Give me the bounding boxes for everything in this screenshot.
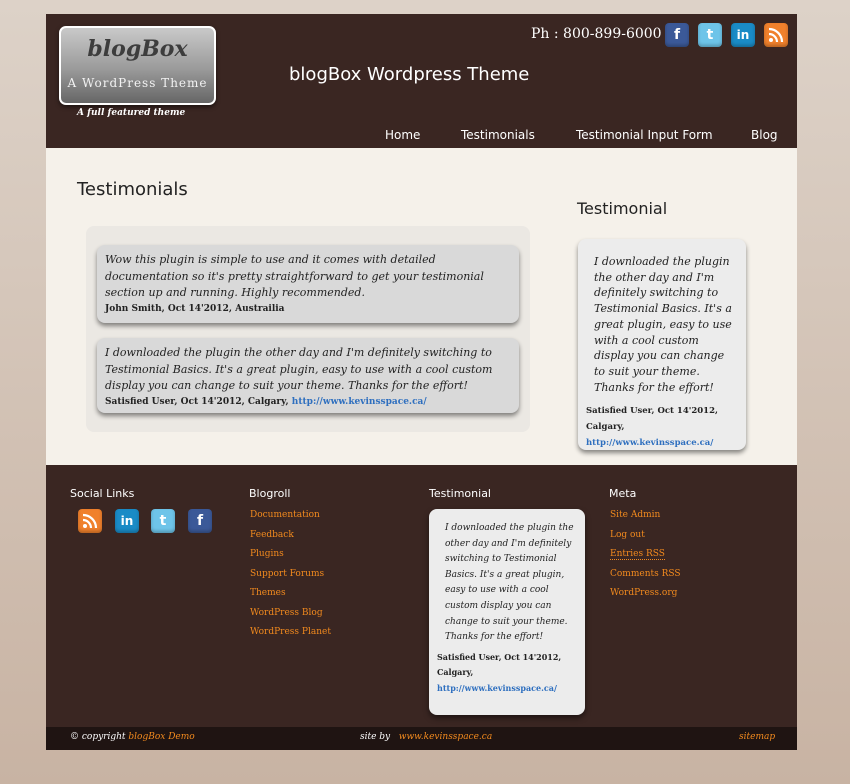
twitter-icon[interactable]: t <box>698 23 722 47</box>
nav-blog[interactable]: Blog <box>751 128 778 142</box>
footer-author-name: Satisfied User, Oct 14'2012, Calgary, <box>437 651 562 678</box>
bottom-bar: © copyright blogBox Demo site by www.kev… <box>46 727 797 750</box>
site-by-link[interactable]: www.kevinsspace.ca <box>399 732 492 742</box>
sidebar-testimonial-author: Satisfied User, Oct 14'2012, Calgary, ht… <box>586 403 738 451</box>
blogroll-title: Blogroll <box>249 487 291 500</box>
copyright-text: © copyright blogBox Demo <box>70 732 195 742</box>
page: blogBox A WordPress Theme A full feature… <box>46 14 797 750</box>
logo-title: blogBox <box>87 36 188 62</box>
copyright-link[interactable]: blogBox Demo <box>128 732 194 742</box>
nav-testimonial-input-form[interactable]: Testimonial Input Form <box>576 128 713 142</box>
facebook-icon[interactable]: f <box>188 509 212 533</box>
linkedin-icon[interactable]: in <box>731 23 755 47</box>
meta-title: Meta <box>609 487 637 500</box>
footer-testimonial-text: I downloaded the plugin the other day an… <box>445 523 574 643</box>
testimonials-list: Wow this plugin is simple to use and it … <box>86 226 530 432</box>
blogroll-link[interactable]: Support Forums <box>250 569 324 579</box>
blogroll-link[interactable]: Documentation <box>250 510 320 520</box>
social-links-title: Social Links <box>70 487 135 500</box>
nav-home[interactable]: Home <box>385 128 420 142</box>
blogroll-link[interactable]: Plugins <box>250 549 284 559</box>
blogroll-link[interactable]: WordPress Planet <box>250 627 331 637</box>
sidebar-title: Testimonial <box>577 199 668 218</box>
sitemap-link[interactable]: sitemap <box>739 732 775 742</box>
testimonial-link[interactable]: http://www.kevinsspace.ca/ <box>292 397 427 407</box>
facebook-icon[interactable]: f <box>665 23 689 47</box>
site-title: blogBox Wordpress Theme <box>289 64 530 85</box>
blogroll-link[interactable]: Feedback <box>250 530 294 540</box>
header: blogBox A WordPress Theme A full feature… <box>46 14 797 148</box>
footer-testimonial-card: I downloaded the plugin the other day an… <box>429 509 585 715</box>
blogroll-link[interactable]: WordPress Blog <box>250 608 323 618</box>
site-by-label: site by <box>360 732 391 742</box>
footer-testimonial-title: Testimonial <box>429 487 491 500</box>
page-title: Testimonials <box>77 179 188 200</box>
footer-testimonial-author: Satisfied User, Oct 14'2012, Calgary, ht… <box>437 650 577 697</box>
meta-link[interactable]: Site Admin <box>610 510 660 520</box>
meta-link[interactable]: Entries RSS <box>610 549 665 560</box>
testimonial-author-name: Satisfied User, Oct 14'2012, Calgary, <box>105 396 289 407</box>
testimonial-text: I downloaded the plugin the other day an… <box>105 346 493 392</box>
blogroll-link[interactable]: Themes <box>250 588 286 598</box>
sidebar-testimonial-text: I downloaded the plugin the other day an… <box>594 255 732 394</box>
nav-testimonials[interactable]: Testimonials <box>461 128 535 142</box>
rss-icon[interactable] <box>764 23 788 47</box>
sidebar-testimonial-card: I downloaded the plugin the other day an… <box>578 239 746 450</box>
phone-number: Ph : 800-899-6000 <box>531 26 662 42</box>
meta-link[interactable]: WordPress.org <box>610 588 677 598</box>
testimonial-author: John Smith, Oct 14'2012, Austrailia <box>105 303 285 314</box>
linkedin-icon[interactable]: in <box>115 509 139 533</box>
site-by-text: site by www.kevinsspace.ca <box>360 732 492 742</box>
main-nav: Home Testimonials Testimonial Input Form… <box>46 128 797 148</box>
sidebar-testimonial-link[interactable]: http://www.kevinsspace.ca/ <box>586 438 713 448</box>
rss-icon[interactable] <box>78 509 102 533</box>
footer: Social Links in t f Blogroll Documentati… <box>46 465 797 727</box>
site-tagline: A full featured theme <box>77 108 186 118</box>
testimonial-text: Wow this plugin is simple to use and it … <box>105 253 484 299</box>
twitter-icon[interactable]: t <box>151 509 175 533</box>
logo-subtitle: A WordPress Theme <box>67 76 208 90</box>
footer-testimonial-link[interactable]: http://www.kevinsspace.ca/ <box>437 683 557 693</box>
testimonial-item: Wow this plugin is simple to use and it … <box>97 245 519 323</box>
meta-link[interactable]: Log out <box>610 530 645 540</box>
meta-link[interactable]: Comments RSS <box>610 569 681 579</box>
testimonial-item: I downloaded the plugin the other day an… <box>97 338 519 413</box>
testimonial-author: Satisfied User, Oct 14'2012, Calgary, ht… <box>105 397 511 407</box>
copyright-label: © copyright <box>70 732 126 742</box>
site-logo[interactable]: blogBox A WordPress Theme <box>59 26 216 105</box>
sidebar-author-name: Satisfied User, Oct 14'2012, Calgary, <box>586 406 718 433</box>
